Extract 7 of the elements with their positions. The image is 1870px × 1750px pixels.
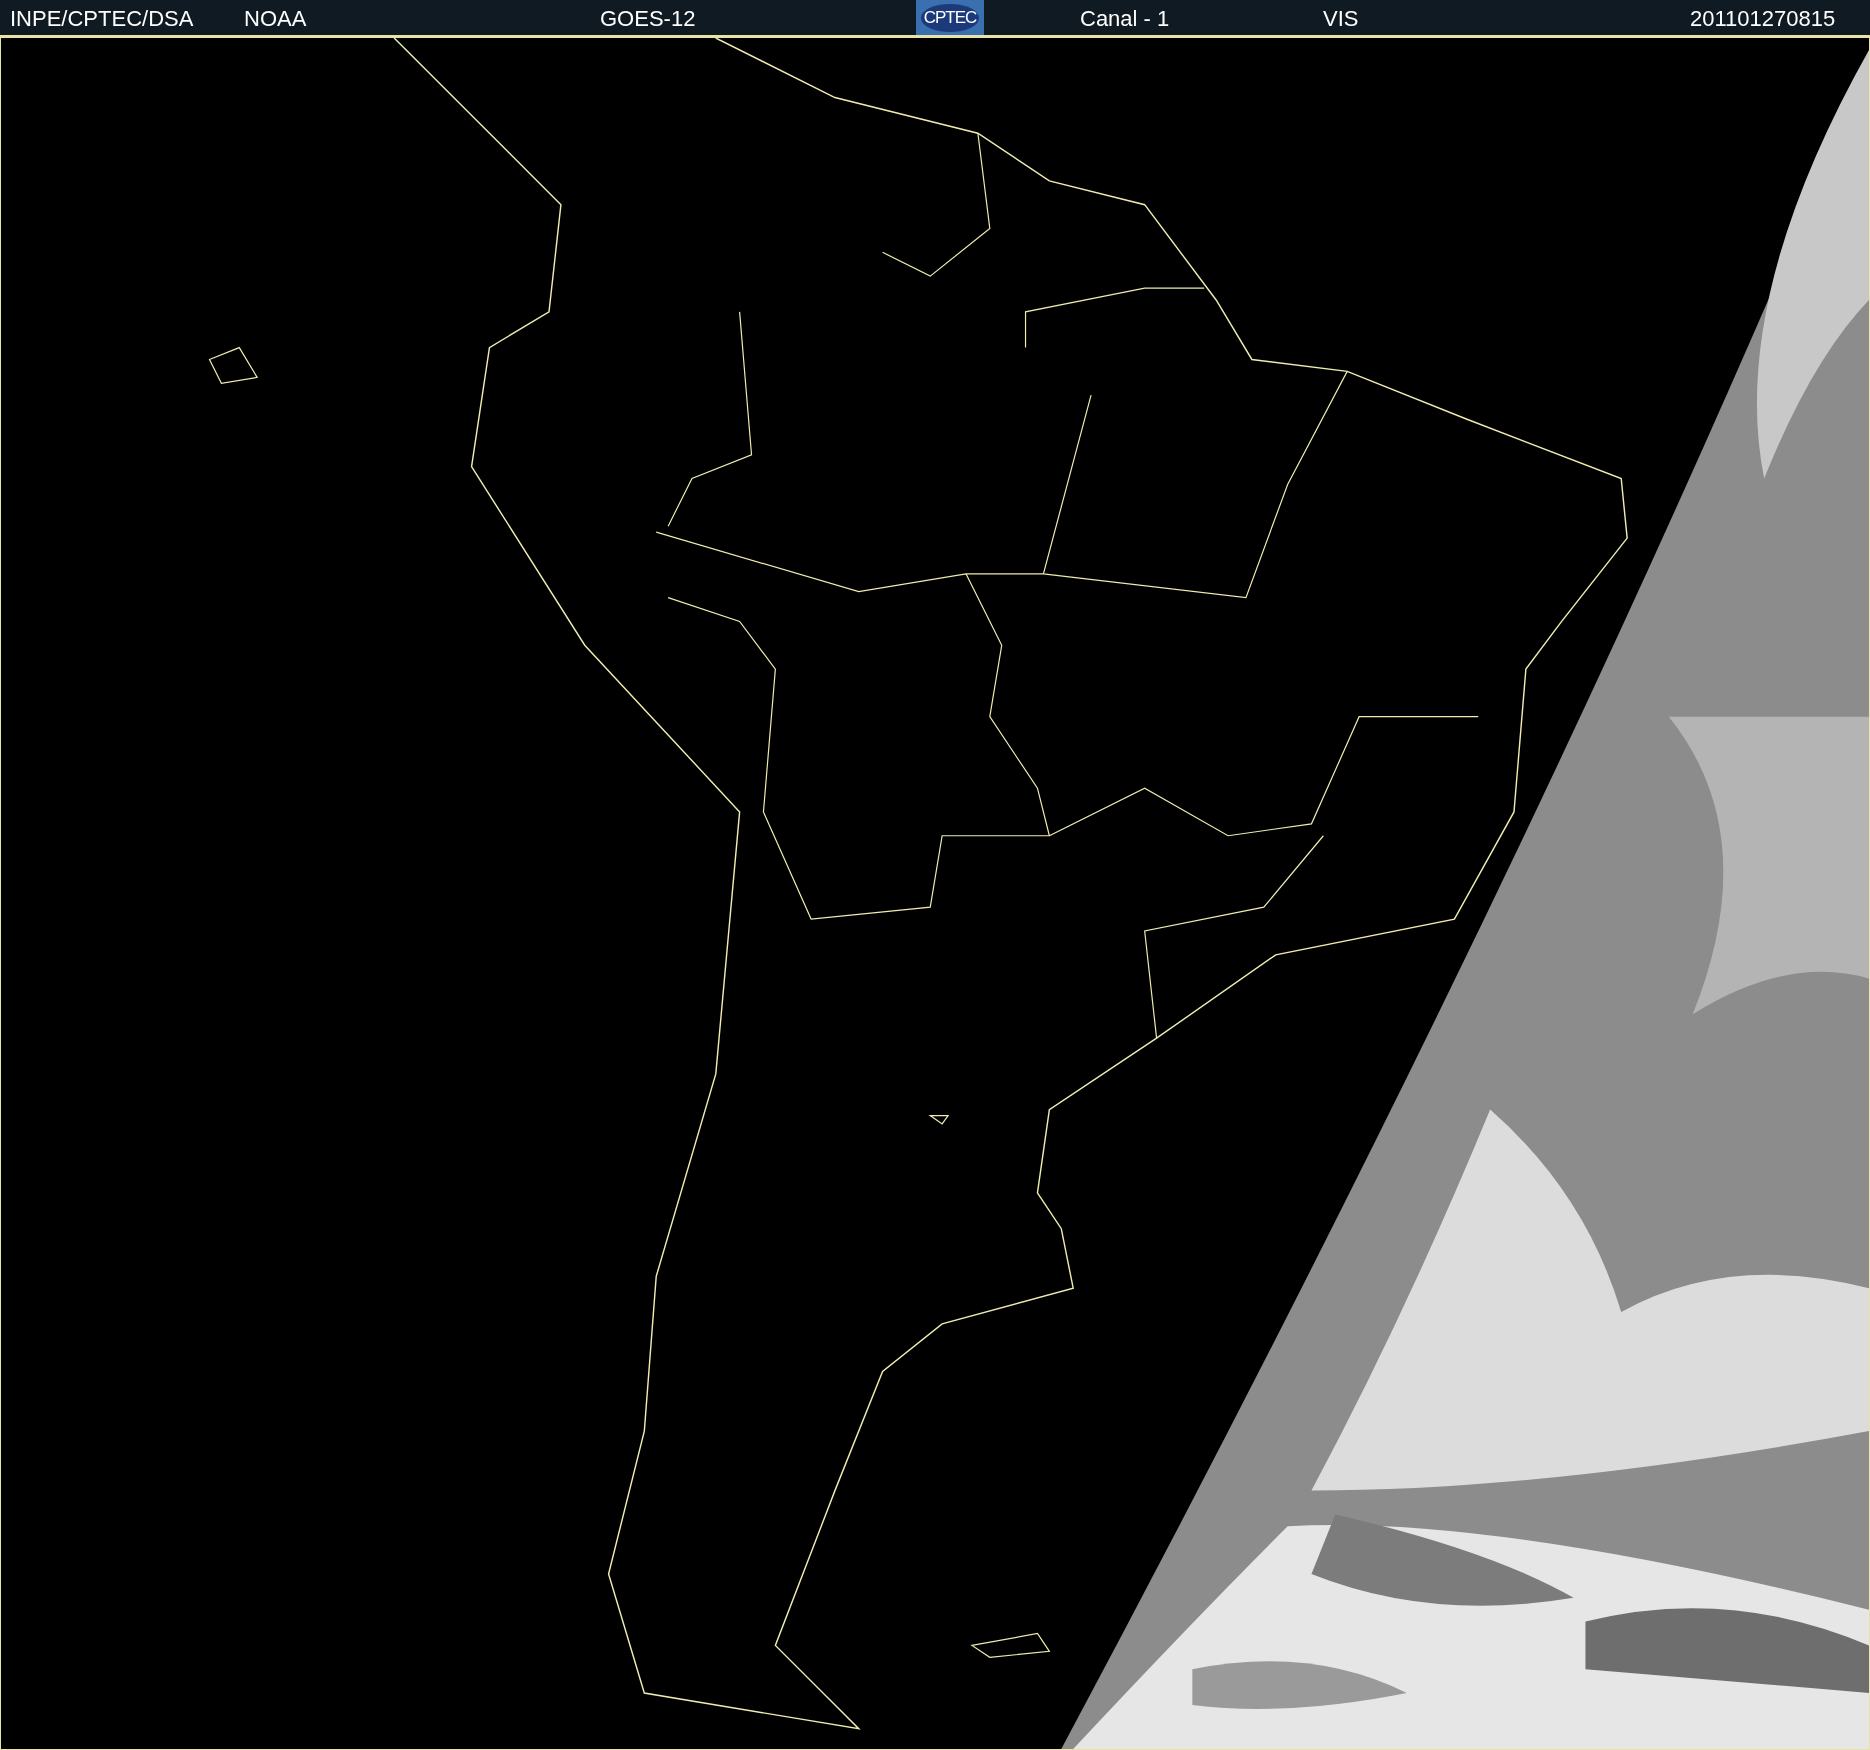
timestamp-label: 201101270815 [1690, 6, 1836, 32]
channel-label: Canal - 1 [1080, 6, 1170, 32]
source-label: NOAA [244, 6, 307, 32]
logo: CPTEC [916, 0, 984, 35]
satellite-label: GOES-12 [600, 6, 696, 32]
band-label: VIS [1323, 6, 1359, 32]
agency-label: INPE/CPTEC/DSA [10, 6, 194, 32]
